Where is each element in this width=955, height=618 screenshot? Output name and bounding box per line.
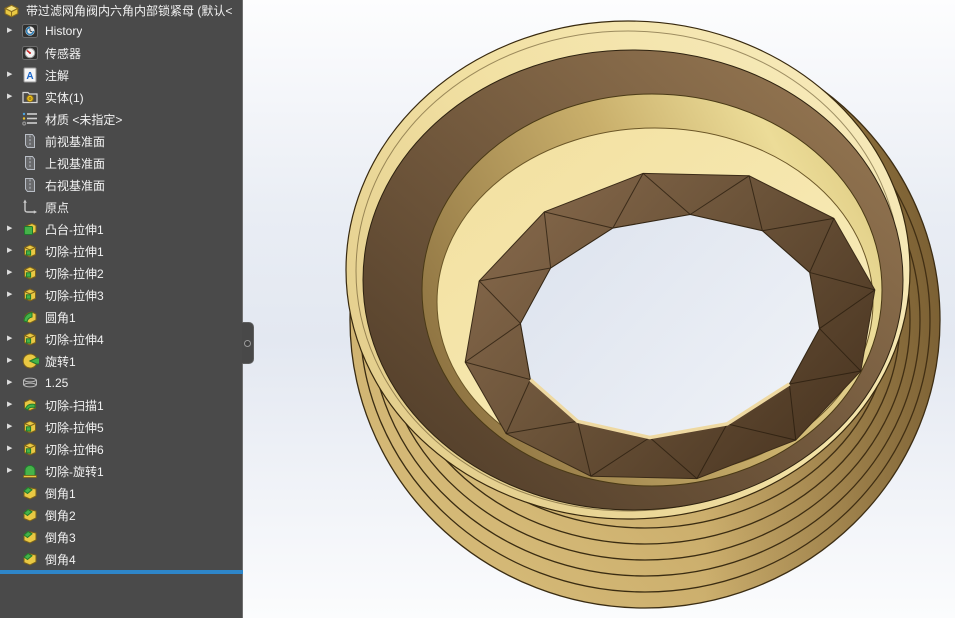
cut-extrude-icon	[21, 242, 39, 260]
feature-tree-items: ▶ History 传感器 ▶ A 注解 ▶ 实体(1) 材质 <未指定> 前视…	[0, 20, 242, 570]
fillet-icon	[21, 308, 39, 326]
cut-extrude-icon	[21, 264, 39, 282]
expand-arrow[interactable]: ▶	[0, 64, 21, 86]
part-icon	[2, 1, 21, 20]
solidworks-window: 带过滤网角阀内六角内部锁紧母 (默认< ▶ History 传感器 ▶ A 注解…	[0, 0, 955, 618]
tree-item-10-boss-extrude[interactable]: ▶ 凸台-拉伸1	[0, 218, 242, 240]
cut-extrude-icon	[21, 418, 39, 436]
chamfer-icon	[21, 528, 39, 546]
expand-arrow[interactable]: ▶	[0, 416, 21, 438]
tree-item-15-cut-extrude[interactable]: ▶ 切除-拉伸4	[0, 328, 242, 350]
tree-item-16-revolve[interactable]: ▶ 旋转1	[0, 350, 242, 372]
svg-text:A: A	[26, 71, 33, 82]
expand-arrow[interactable]: ▶	[0, 372, 21, 394]
expand-arrow[interactable]: ▶	[0, 438, 21, 460]
tree-item-5-material[interactable]: 材质 <未指定>	[0, 108, 242, 130]
tree-item-21-cut-revolve[interactable]: ▶ 切除-旋转1	[0, 460, 242, 482]
expand-arrow[interactable]: ▶	[0, 350, 21, 372]
tree-item-25-chamfer[interactable]: 倒角4	[0, 548, 242, 570]
tree-item-19-cut-extrude[interactable]: ▶ 切除-拉伸5	[0, 416, 242, 438]
tree-item-12-cut-extrude[interactable]: ▶ 切除-拉伸2	[0, 262, 242, 284]
expand-arrow[interactable]: ▶	[0, 240, 21, 262]
chamfer-icon	[21, 484, 39, 502]
chamfer-icon	[21, 506, 39, 524]
cut-revolve-icon	[21, 462, 39, 480]
tree-item-6-plane[interactable]: 前视基准面	[0, 130, 242, 152]
tree-item-3-annotations[interactable]: ▶ A 注解	[0, 64, 242, 86]
graphics-viewport	[243, 0, 955, 618]
tree-item-20-cut-extrude[interactable]: ▶ 切除-拉伸6	[0, 438, 242, 460]
tree-item-23-chamfer[interactable]: 倒角2	[0, 504, 242, 526]
tree-item-2-sensors[interactable]: 传感器	[0, 42, 242, 64]
history-icon	[21, 22, 39, 40]
plane-icon	[21, 176, 39, 194]
tree-item-7-plane[interactable]: 上视基准面	[0, 152, 242, 174]
plane-icon	[21, 132, 39, 150]
feature-tree: 带过滤网角阀内六角内部锁紧母 (默认< ▶ History 传感器 ▶ A 注解…	[0, 0, 242, 570]
plane-icon	[21, 154, 39, 172]
tree-item-22-chamfer[interactable]: 倒角1	[0, 482, 242, 504]
tree-item-13-cut-extrude[interactable]: ▶ 切除-拉伸3	[0, 284, 242, 306]
cut-extrude-icon	[21, 330, 39, 348]
chamfer-icon	[21, 550, 39, 568]
solids-folder-icon	[21, 88, 39, 106]
tree-root-item[interactable]: 带过滤网角阀内六角内部锁紧母 (默认<	[0, 0, 242, 20]
annotations-icon: A	[21, 66, 39, 84]
cut-extrude-icon	[21, 440, 39, 458]
expand-arrow[interactable]: ▶	[0, 394, 21, 416]
tree-item-17-helix[interactable]: ▶ 1.25	[0, 372, 242, 394]
tree-item-9-origin[interactable]: 原点	[0, 196, 242, 218]
tree-item-1-history[interactable]: ▶ History	[0, 20, 242, 42]
tree-item-18-cut-sweep[interactable]: ▶ 切除-扫描1	[0, 394, 242, 416]
boss-extrude-icon	[21, 220, 39, 238]
cut-extrude-icon	[21, 286, 39, 304]
expand-arrow[interactable]: ▶	[0, 218, 21, 240]
expand-arrow[interactable]: ▶	[0, 20, 21, 42]
tree-item-8-plane[interactable]: 右视基准面	[0, 174, 242, 196]
tree-item-4-solids-folder[interactable]: ▶ 实体(1)	[0, 86, 242, 108]
tree-item-14-fillet[interactable]: 圆角1	[0, 306, 242, 328]
tree-root-label: 带过滤网角阀内六角内部锁紧母 (默认<	[26, 3, 233, 18]
origin-icon	[21, 198, 39, 216]
feature-manager-panel: 带过滤网角阀内六角内部锁紧母 (默认< ▶ History 传感器 ▶ A 注解…	[0, 0, 243, 618]
expand-arrow[interactable]: ▶	[0, 86, 21, 108]
splitter-dot-icon	[244, 340, 251, 347]
sensors-icon	[21, 44, 39, 62]
expand-arrow[interactable]: ▶	[0, 262, 21, 284]
rollback-bar[interactable]	[0, 570, 243, 574]
expand-arrow[interactable]: ▶	[0, 460, 21, 482]
revolve-icon	[21, 352, 39, 370]
expand-arrow[interactable]: ▶	[0, 328, 21, 350]
tree-item-11-cut-extrude[interactable]: ▶ 切除-拉伸1	[0, 240, 242, 262]
tree-item-24-chamfer[interactable]: 倒角3	[0, 526, 242, 548]
panel-splitter-handle[interactable]	[242, 322, 254, 364]
helix-icon	[21, 374, 39, 392]
material-icon	[21, 110, 39, 128]
cut-sweep-icon	[21, 396, 39, 414]
expand-arrow[interactable]: ▶	[0, 284, 21, 306]
